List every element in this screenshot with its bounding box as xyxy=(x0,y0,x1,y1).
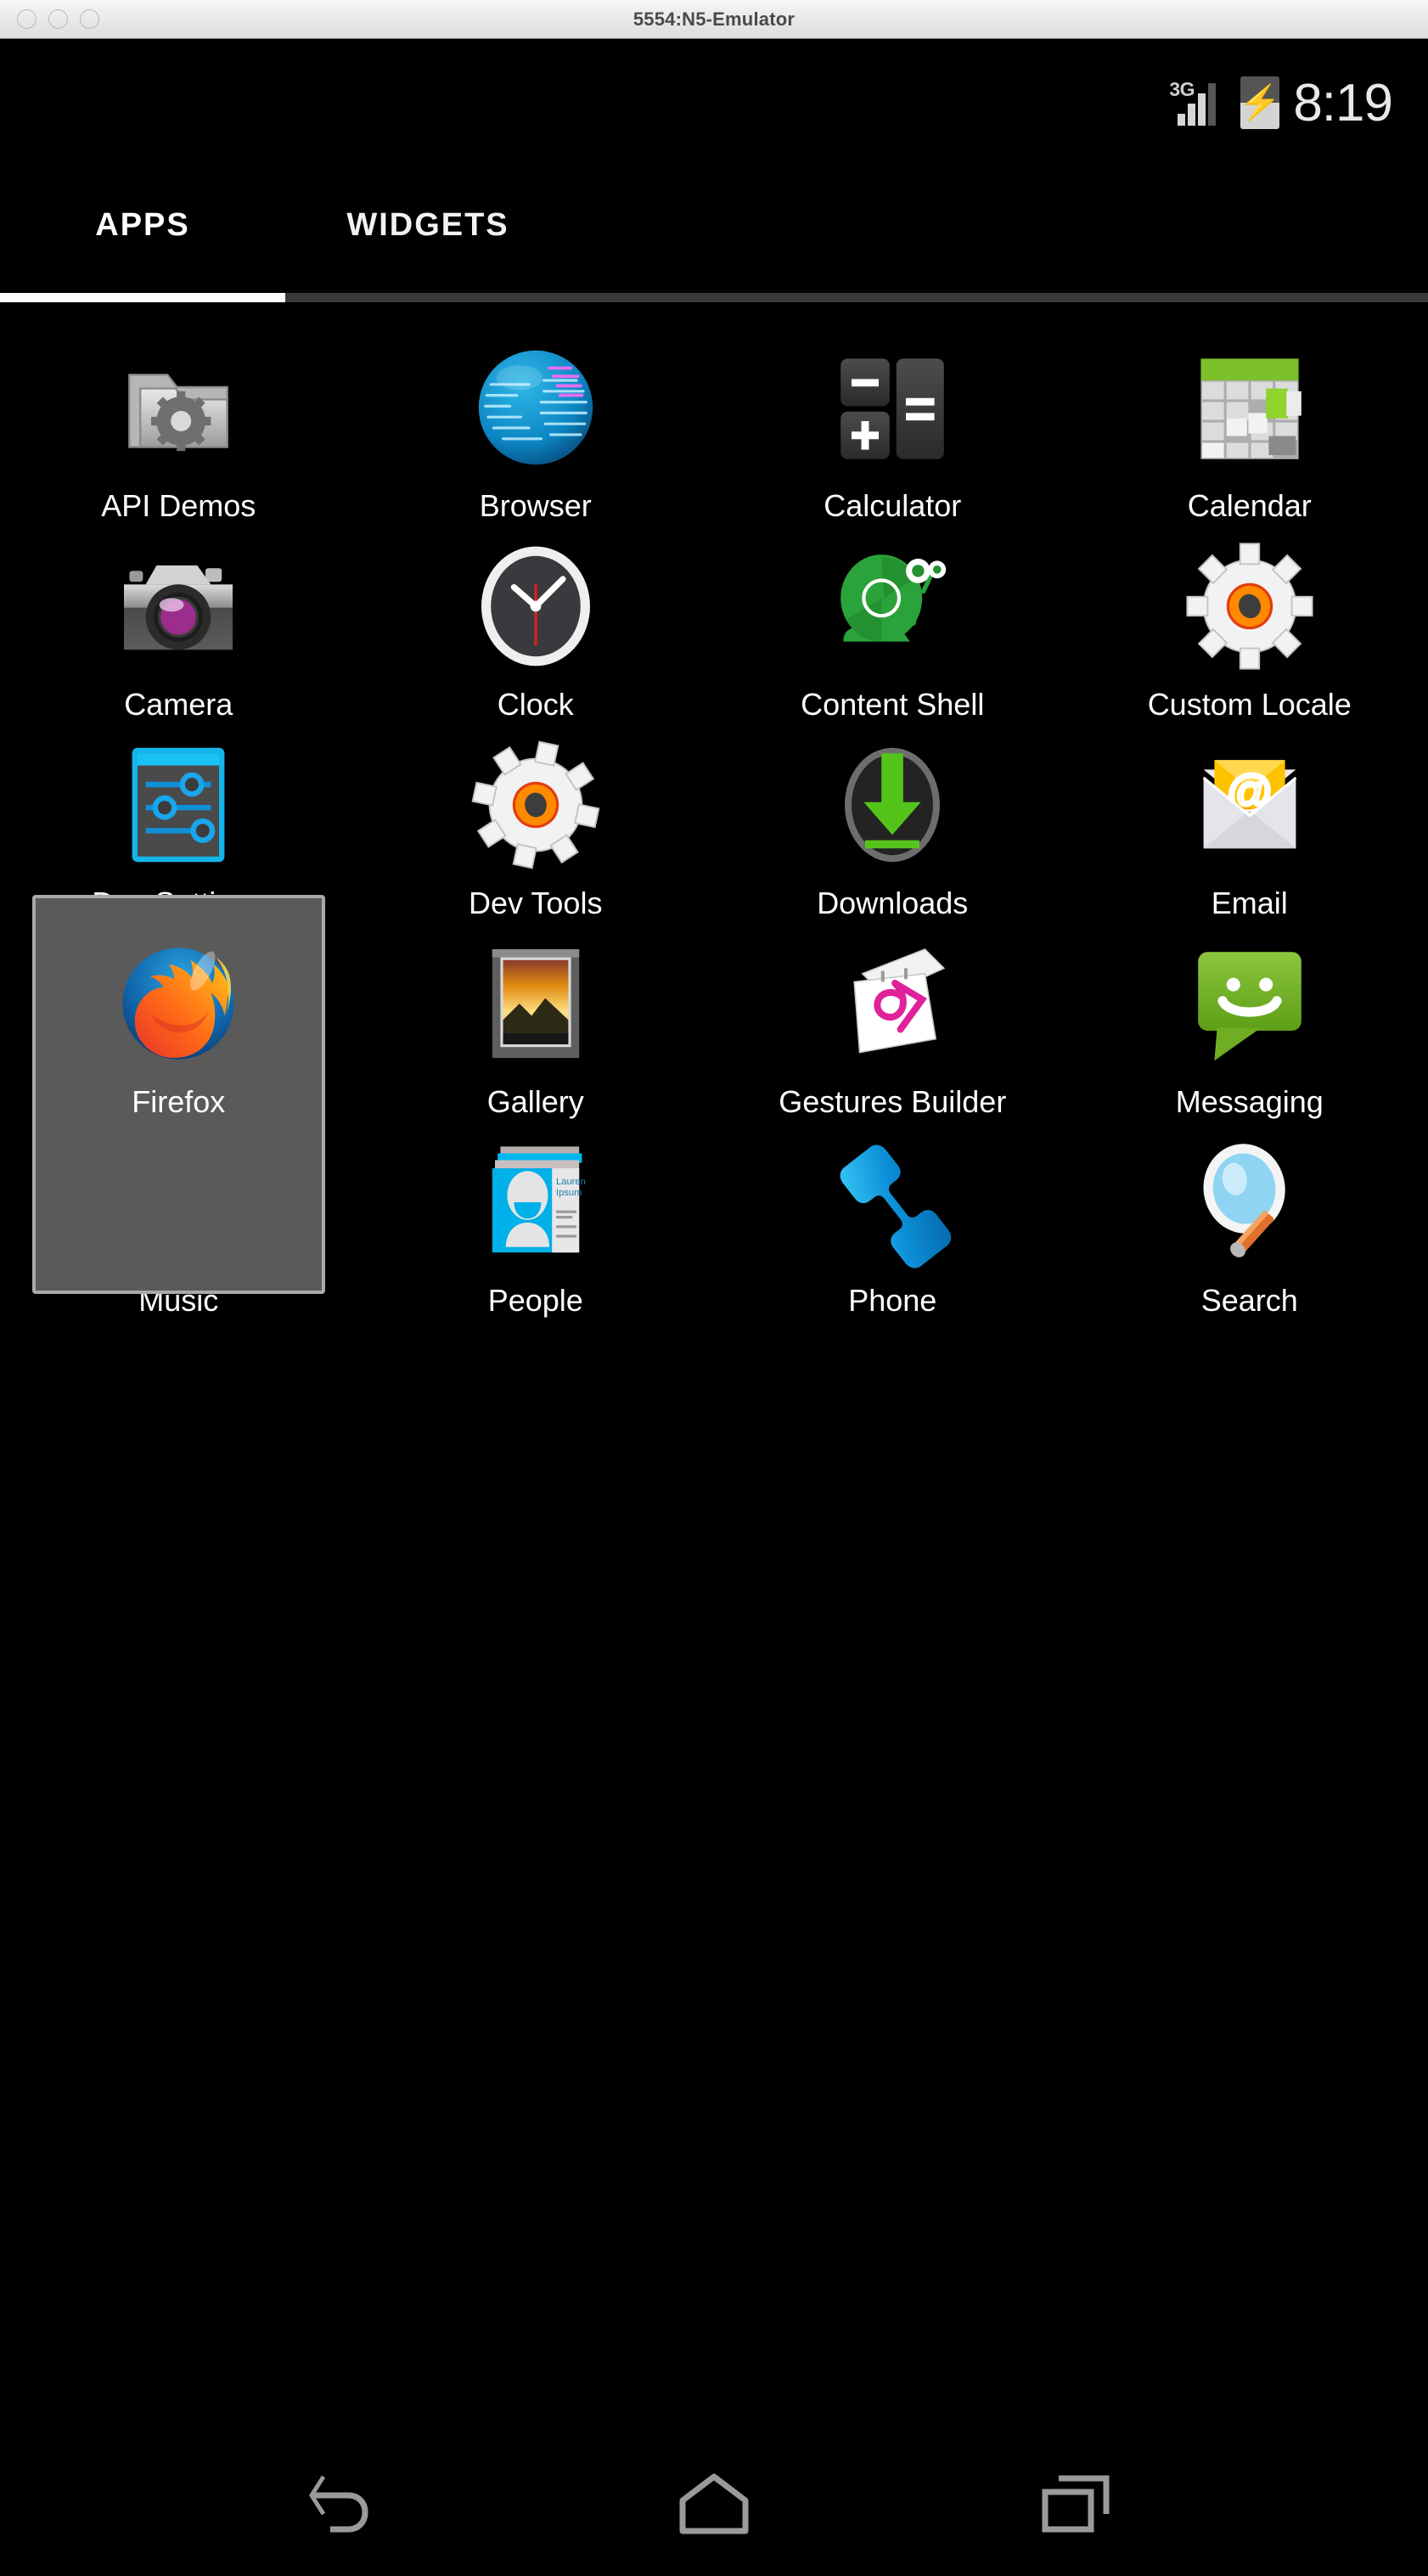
app-label: Content Shell xyxy=(801,687,985,722)
app-label: Gestures Builder xyxy=(779,1084,1007,1119)
app-item-firefox[interactable]: Firefox xyxy=(32,895,325,1294)
app-label: Camera xyxy=(124,687,233,722)
signal-icon: 3G xyxy=(1169,76,1227,129)
battery-icon: ⚡ xyxy=(1240,76,1280,129)
gear-orange-icon xyxy=(468,737,604,873)
recents-icon xyxy=(1042,2475,1110,2533)
camera-icon xyxy=(110,538,246,674)
tab-apps[interactable]: APPS xyxy=(0,166,285,302)
app-item-gallery[interactable]: Gallery xyxy=(357,924,715,1122)
tab-apps-label: APPS xyxy=(95,206,190,243)
app-label: Downloads xyxy=(817,886,969,920)
gesture-pad-icon xyxy=(824,936,960,1071)
status-bar: 3G ⚡ 8:19 xyxy=(0,39,1428,166)
app-item-custom-locale[interactable]: Custom Locale xyxy=(1071,526,1428,725)
contact-name-line1: Lauren xyxy=(556,1177,586,1187)
download-arrow-icon xyxy=(824,737,960,873)
tab-widgets-underline xyxy=(285,293,571,302)
recents-button[interactable] xyxy=(1013,2457,1140,2551)
app-label: Browser xyxy=(479,488,592,523)
app-item-dev-tools[interactable]: Dev Tools xyxy=(357,725,715,924)
back-button[interactable] xyxy=(288,2457,415,2551)
app-label: API Demos xyxy=(101,488,256,523)
app-item-calendar[interactable]: Calendar xyxy=(1071,328,1428,526)
green-snail-icon xyxy=(824,538,960,674)
magnifier-icon xyxy=(1182,1134,1318,1270)
handset-icon xyxy=(824,1134,960,1270)
tab-widgets-label: WIDGETS xyxy=(346,206,509,243)
navigation-bar xyxy=(0,2432,1428,2576)
signal-bars xyxy=(1178,83,1217,126)
app-item-camera[interactable]: Camera xyxy=(0,526,357,725)
globe-icon xyxy=(468,340,604,475)
app-item-gestures-builder[interactable]: Gestures Builder xyxy=(714,924,1071,1122)
tab-bar-filler xyxy=(571,166,1428,302)
contact-card-icon: Lauren Ipsum xyxy=(468,1134,604,1270)
back-arrow-icon xyxy=(308,2475,368,2533)
app-item-api-demos[interactable]: API Demos xyxy=(0,328,357,526)
calculator-keys-icon xyxy=(824,340,960,475)
app-label: Firefox xyxy=(132,1084,226,1119)
app-label: Email xyxy=(1211,886,1288,920)
android-screen: 3G ⚡ 8:19 APPS WIDGETS API Demos Browser… xyxy=(0,39,1428,2576)
tab-bar: APPS WIDGETS xyxy=(0,166,1428,302)
status-bar-clock: 8:19 xyxy=(1293,73,1393,132)
app-item-search[interactable]: Search xyxy=(1071,1122,1428,1321)
tab-apps-underline xyxy=(0,293,285,302)
app-label: Custom Locale xyxy=(1147,687,1352,722)
app-grid: API Demos Browser Calculator Calendar Ca… xyxy=(0,302,1428,1321)
app-label: Dev Tools xyxy=(469,886,603,920)
app-item-browser[interactable]: Browser xyxy=(357,328,715,526)
analog-clock-icon xyxy=(468,538,604,674)
app-item-downloads[interactable]: Downloads xyxy=(714,725,1071,924)
app-item-messaging[interactable]: Messaging xyxy=(1071,924,1428,1122)
app-label: Messaging xyxy=(1175,1084,1324,1119)
app-label: Search xyxy=(1200,1283,1298,1318)
tab-widgets[interactable]: WIDGETS xyxy=(285,166,571,302)
folder-gear-icon xyxy=(110,340,246,475)
app-label: Clock xyxy=(497,687,574,722)
app-label: Gallery xyxy=(486,1084,584,1119)
app-item-people[interactable]: Lauren Ipsum People xyxy=(357,1122,715,1321)
envelope-at-icon: @ xyxy=(1182,737,1318,873)
app-label: Calendar xyxy=(1187,488,1312,523)
home-button[interactable] xyxy=(650,2457,778,2551)
home-icon xyxy=(679,2473,749,2534)
app-item-phone[interactable]: Phone xyxy=(714,1122,1071,1321)
photo-frame-icon xyxy=(468,936,604,1071)
app-item-content-shell[interactable]: Content Shell xyxy=(714,526,1071,725)
app-label: Calculator xyxy=(824,488,962,523)
calendar-grid-icon xyxy=(1182,340,1318,475)
sliders-panel-icon xyxy=(110,737,246,873)
firefox-icon xyxy=(110,936,246,1071)
gear-orange-icon xyxy=(1182,538,1318,674)
window-title: 5554:N5-Emulator xyxy=(632,8,796,30)
app-item-email[interactable]: @ Email xyxy=(1071,725,1428,924)
charging-bolt-icon: ⚡ xyxy=(1240,84,1280,121)
app-label: People xyxy=(487,1283,583,1318)
app-item-clock[interactable]: Clock xyxy=(357,526,715,725)
chat-bubble-icon xyxy=(1182,936,1318,1071)
app-item-dev-settings[interactable]: Dev Settings xyxy=(0,725,357,924)
window-title-bar: 5554:N5-Emulator xyxy=(0,0,1428,39)
contact-name-line2: Ipsum xyxy=(556,1188,582,1198)
app-label: Phone xyxy=(848,1283,937,1318)
app-item-calculator[interactable]: Calculator xyxy=(714,328,1071,526)
